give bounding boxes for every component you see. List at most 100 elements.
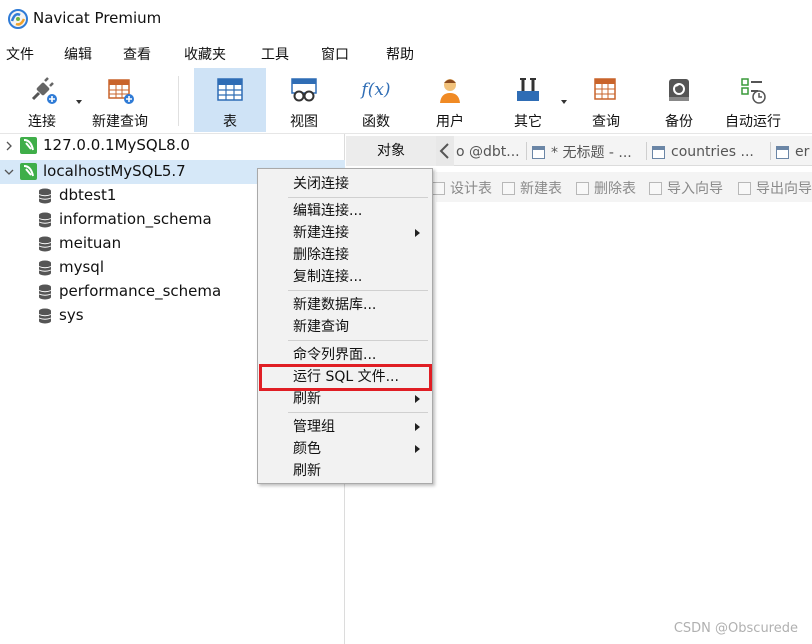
new-table-icon: [502, 181, 515, 195]
navicat-logo-icon: [8, 9, 28, 29]
tab-divider: [770, 142, 771, 160]
tab-label: o @dbt...: [456, 144, 520, 160]
annotation-highlight-box: [259, 364, 432, 391]
tree-connection-label: localhostMySQL5.7: [43, 162, 186, 180]
user-button[interactable]: 用户: [424, 68, 476, 132]
submenu-arrow-icon: [415, 395, 420, 403]
menu-window[interactable]: 窗口: [321, 44, 349, 64]
mysql-connection-icon: [20, 163, 37, 180]
menu-favorites[interactable]: 收藏夹: [184, 44, 226, 64]
tab-er[interactable]: er: [776, 140, 809, 164]
tab-scroll-left-button[interactable]: [436, 136, 454, 166]
chevron-right-icon[interactable]: [4, 141, 14, 151]
other-dropdown-icon[interactable]: [561, 100, 567, 104]
menu-item-new-query[interactable]: 新建查询: [259, 316, 431, 338]
menu-separator: [288, 340, 428, 341]
menu-item-copy-connection[interactable]: 复制连接...: [259, 266, 431, 288]
menu-view[interactable]: 查看: [123, 44, 151, 64]
tab-countries[interactable]: countries ...: [652, 140, 754, 164]
other-button[interactable]: 其它: [502, 68, 554, 132]
database-icon: [38, 236, 52, 252]
menu-item-new-connection[interactable]: 新建连接: [259, 222, 431, 244]
tree-database-label: information_schema: [59, 210, 212, 228]
delete-table-button[interactable]: 删除表: [576, 178, 636, 198]
user-icon: [440, 79, 460, 103]
automation-button[interactable]: 自动运行: [718, 68, 788, 132]
connect-button[interactable]: 连接: [18, 68, 66, 132]
menu-file[interactable]: 文件: [6, 44, 34, 64]
menu-separator: [288, 290, 428, 291]
design-table-button[interactable]: 设计表: [432, 178, 492, 198]
tab-untitled[interactable]: * 无标题 - ...: [532, 140, 632, 164]
backup-icon: [669, 79, 689, 101]
new-query-icon: [108, 79, 134, 104]
editor-tab-strip: o @dbt... * 无标题 - ... countries ... er: [436, 136, 812, 166]
new-table-button[interactable]: 新建表: [502, 178, 562, 198]
menu-tools[interactable]: 工具: [261, 44, 289, 64]
tab-divider: [526, 142, 527, 160]
menu-item-close-connection[interactable]: 关闭连接: [259, 173, 431, 195]
import-wizard-button[interactable]: 导入向导: [649, 178, 723, 198]
table-label: 表: [223, 114, 237, 130]
mysql-connection-icon: [20, 137, 37, 154]
menu-item-command-line[interactable]: 命令列界面...: [259, 344, 431, 366]
menu-bar: 文件 编辑 查看 收藏夹 工具 窗口 帮助: [0, 38, 812, 68]
database-icon: [38, 188, 52, 204]
database-icon: [38, 284, 52, 300]
tab-objects[interactable]: 对象: [346, 136, 436, 166]
submenu-arrow-icon: [415, 445, 420, 453]
query-tab-icon: [532, 145, 545, 159]
export-icon: [738, 181, 751, 195]
tree-connection-mysql8[interactable]: 127.0.0.1MySQL8.0: [0, 134, 345, 158]
main-toolbar: 连接 新建查询 表 视图 f(x) 函数 用户 其它 查询 备份 自动运行: [0, 68, 812, 134]
title-bar: Navicat Premium: [0, 0, 812, 38]
tab-label: * 无标题 - ...: [551, 145, 632, 161]
tab-query-dbtest[interactable]: o @dbt...: [456, 140, 520, 164]
tab-label: countries ...: [671, 144, 754, 160]
menu-item-edit-connection[interactable]: 编辑连接...: [259, 200, 431, 222]
database-icon: [38, 260, 52, 276]
new-query-label: 新建查询: [92, 114, 148, 130]
object-toolbar: 设计表 新建表 删除表 导入向导 导出向导: [432, 172, 812, 202]
function-icon: f(x): [361, 80, 391, 100]
delete-table-icon: [576, 181, 589, 195]
menu-item-color[interactable]: 颜色: [259, 438, 431, 460]
export-wizard-button[interactable]: 导出向导: [738, 178, 812, 198]
query-button[interactable]: 查询: [580, 68, 632, 132]
delete-table-label: 删除表: [594, 181, 636, 197]
menu-item-manage-group[interactable]: 管理组: [259, 416, 431, 438]
connection-context-menu: 关闭连接 编辑连接... 新建连接 删除连接 复制连接... 新建数据库... …: [257, 168, 433, 484]
database-icon: [38, 212, 52, 228]
menu-item-refresh[interactable]: 刷新: [259, 460, 431, 482]
chevron-down-icon[interactable]: [4, 167, 14, 177]
menu-item-label: 颜色: [293, 441, 321, 457]
watermark-text: CSDN @Obscurede: [673, 621, 798, 636]
new-table-label: 新建表: [520, 181, 562, 197]
menu-edit[interactable]: 编辑: [64, 44, 92, 64]
plug-icon: [31, 77, 57, 104]
menu-item-new-database[interactable]: 新建数据库...: [259, 294, 431, 316]
import-wizard-label: 导入向导: [667, 181, 723, 197]
submenu-arrow-icon: [415, 423, 420, 431]
tab-label: er: [795, 144, 810, 160]
automation-icon: [741, 78, 766, 104]
function-button[interactable]: f(x) 函数: [350, 68, 402, 132]
backup-button[interactable]: 备份: [653, 68, 705, 132]
tree-connection-label: 127.0.0.1MySQL8.0: [43, 136, 190, 154]
tab-divider: [646, 142, 647, 160]
tree-database-label: sys: [59, 306, 84, 324]
new-query-button[interactable]: 新建查询: [86, 68, 154, 132]
connect-dropdown-icon[interactable]: [76, 100, 82, 104]
table-button[interactable]: 表: [194, 68, 266, 132]
view-button[interactable]: 视图: [278, 68, 330, 132]
menu-item-delete-connection[interactable]: 删除连接: [259, 244, 431, 266]
toolbar-divider: [178, 76, 179, 126]
menu-separator: [288, 197, 428, 198]
window-title: Navicat Premium: [33, 9, 162, 27]
menu-item-refresh-submenu[interactable]: 刷新: [259, 388, 431, 410]
tree-database-label: performance_schema: [59, 282, 222, 300]
query-icon: [594, 78, 616, 100]
connect-label: 连接: [28, 114, 56, 130]
menu-help[interactable]: 帮助: [386, 44, 414, 64]
menu-separator: [288, 412, 428, 413]
